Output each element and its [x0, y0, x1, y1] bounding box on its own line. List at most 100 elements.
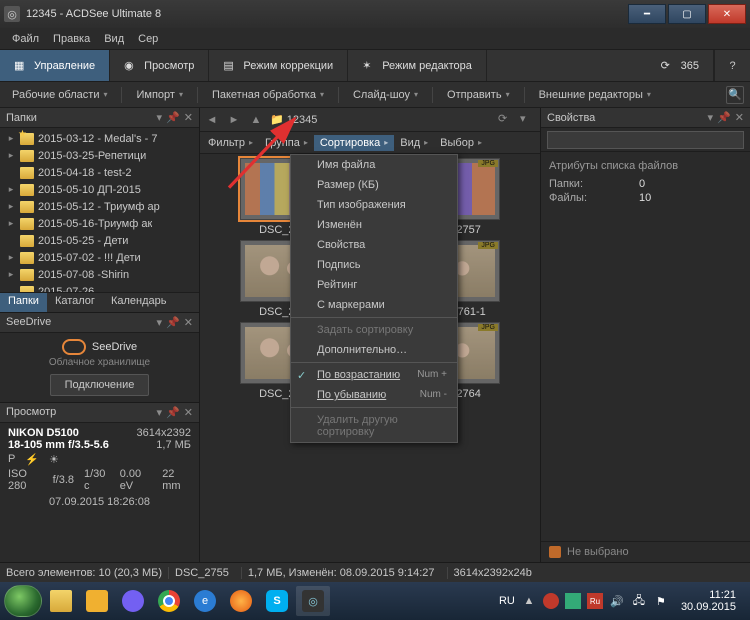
reload-icon[interactable]: ⟳ — [498, 112, 514, 128]
tree-row[interactable]: ▸2015-03-25-Репетици — [0, 147, 199, 164]
tree-row[interactable]: ▸2015-07-08 -Shirin — [0, 266, 199, 283]
tray-flag-icon[interactable]: ▲ — [521, 593, 537, 609]
taskbar-acdsee-icon[interactable]: ◎ — [296, 586, 330, 616]
sort-size[interactable]: Размер (КБ) — [291, 175, 457, 195]
pin-icon[interactable]: ▾ — [157, 316, 163, 329]
pin-icon[interactable]: ▾ — [157, 406, 163, 419]
tree-row[interactable]: ▸2015-05-12 - Триумф ар — [0, 198, 199, 215]
tray-action-icon[interactable]: ⚑ — [653, 593, 669, 609]
tray-clock[interactable]: 11:21 30.09.2015 — [675, 589, 742, 613]
twisty-icon[interactable]: ▸ — [6, 252, 16, 263]
twisty-icon[interactable]: ▸ — [6, 201, 16, 212]
toolbar-external-editors[interactable]: Внешние редакторы — [533, 87, 657, 103]
toolbar-send[interactable]: Отправить — [441, 87, 516, 103]
nav-fwd-icon[interactable]: ► — [226, 112, 242, 128]
search-icon[interactable]: 🔍 — [726, 86, 744, 104]
unpin-icon[interactable]: 📌 — [717, 111, 731, 124]
sort-properties[interactable]: Свойства — [291, 235, 457, 255]
tray-speaker-icon[interactable]: 🔊 — [609, 593, 625, 609]
folder-tree[interactable]: ▸2015-03-12 - Medal's - 7▸2015-03-25-Реп… — [0, 128, 199, 292]
twisty-icon[interactable]: ▸ — [6, 184, 16, 195]
sort-caption[interactable]: Подпись — [291, 255, 457, 275]
mode-view-tab[interactable]: ◉ Просмотр — [110, 50, 209, 81]
filter-button[interactable]: Фильтр — [202, 135, 259, 151]
tray-network-icon[interactable]: 🖧 — [631, 593, 647, 609]
preview-header: Просмотр ▾ 📌 ✕ — [0, 403, 199, 423]
help-icon[interactable]: ? — [714, 50, 750, 81]
sort-desc[interactable]: По убываниюNum - — [291, 385, 457, 405]
sort-more[interactable]: Дополнительно… — [291, 340, 457, 360]
tray-app-icon[interactable]: Ru — [587, 593, 603, 609]
close-button[interactable]: ✕ — [708, 4, 746, 24]
tree-row[interactable]: ▸2015-07-02 - !!! Дети — [0, 249, 199, 266]
menu-file[interactable]: Файл — [6, 31, 45, 47]
twisty-icon[interactable]: ▸ — [6, 218, 16, 229]
sort-button[interactable]: Сортировка — [314, 135, 394, 151]
minimize-button[interactable]: ━ — [628, 4, 666, 24]
taskbar-chrome-icon[interactable] — [152, 586, 186, 616]
start-button[interactable] — [4, 585, 42, 617]
mode-edit-tab[interactable]: ✶ Режим редактора — [348, 50, 487, 81]
twisty-icon[interactable]: ▸ — [6, 269, 16, 280]
group-button[interactable]: Группа — [259, 135, 314, 151]
nav-up-icon[interactable]: ▲ — [248, 112, 264, 128]
mode-correct-tab[interactable]: ▤ Режим коррекции — [209, 50, 348, 81]
sort-markers[interactable]: С маркерами — [291, 295, 457, 315]
tray-app-icon[interactable] — [565, 593, 581, 609]
taskbar-outlook-icon[interactable] — [80, 586, 114, 616]
tray-lang[interactable]: RU — [499, 593, 515, 609]
sort-filename[interactable]: Имя файла — [291, 155, 457, 175]
sort-rating[interactable]: Рейтинг — [291, 275, 457, 295]
unpin-icon[interactable]: 📌 — [166, 316, 180, 329]
sort-setorder: Задать сортировку — [291, 320, 457, 340]
tree-row[interactable]: 2015-07-26 — [0, 283, 199, 292]
breadcrumb[interactable]: 📁 12345 — [270, 113, 492, 126]
folder-icon — [20, 167, 34, 179]
taskbar-explorer-icon[interactable] — [44, 586, 78, 616]
tray-app-icon[interactable] — [543, 593, 559, 609]
cloud-icon — [62, 339, 86, 355]
pin-icon[interactable]: ▾ — [157, 111, 163, 124]
menu-serv[interactable]: Сер — [132, 31, 164, 47]
taskbar-viber-icon[interactable] — [116, 586, 150, 616]
tree-row[interactable]: ▸2015-05-10 ДП-2015 — [0, 181, 199, 198]
toolbar-slideshow[interactable]: Слайд-шоу — [347, 87, 424, 103]
taskbar-firefox-icon[interactable] — [224, 586, 258, 616]
tab-catalog[interactable]: Каталог — [47, 293, 103, 312]
sort-modified[interactable]: Изменён — [291, 215, 457, 235]
tab-folders[interactable]: Папки — [0, 293, 47, 312]
seedrive-connect-button[interactable]: Подключение — [50, 374, 150, 396]
twisty-icon[interactable]: ▸ — [6, 150, 16, 161]
close-panel-icon[interactable]: ✕ — [184, 316, 193, 329]
menu-edit[interactable]: Правка — [47, 31, 96, 47]
taskbar-skype-icon[interactable]: S — [260, 586, 294, 616]
tree-row[interactable]: 2015-04-18 - test-2 — [0, 164, 199, 181]
toolbar-workspaces[interactable]: Рабочие области — [6, 87, 113, 103]
close-panel-icon[interactable]: ✕ — [735, 111, 744, 124]
tree-row[interactable]: ▸2015-05-16-Триумф ак — [0, 215, 199, 232]
mode-manage-tab[interactable]: ▦ Управление — [0, 50, 110, 81]
taskbar-ie-icon[interactable]: e — [188, 586, 222, 616]
properties-search-input[interactable] — [547, 131, 744, 149]
maximize-button[interactable]: ▢ — [668, 4, 706, 24]
sort-asc[interactable]: По возрастаниюNum + — [291, 365, 457, 385]
menu-view[interactable]: Вид — [98, 31, 130, 47]
unpin-icon[interactable]: 📌 — [166, 111, 180, 124]
dropdown-icon[interactable]: ▾ — [520, 112, 536, 128]
nav-back-icon[interactable]: ◄ — [204, 112, 220, 128]
pin-icon[interactable]: ▾ — [708, 111, 714, 124]
close-panel-icon[interactable]: ✕ — [184, 406, 193, 419]
sort-kind[interactable]: Тип изображения — [291, 195, 457, 215]
toolbar-batch[interactable]: Пакетная обработка — [206, 87, 330, 103]
tab-calendar[interactable]: Календарь — [103, 293, 175, 312]
tree-row[interactable]: ▸2015-03-12 - Medal's - 7 — [0, 130, 199, 147]
tree-row[interactable]: 2015-05-25 - Дети — [0, 232, 199, 249]
select-button[interactable]: Выбор — [434, 135, 488, 151]
view-button[interactable]: Вид — [394, 135, 434, 151]
format-badge: JPG — [478, 242, 498, 249]
close-panel-icon[interactable]: ✕ — [184, 111, 193, 124]
twisty-icon[interactable]: ▸ — [6, 133, 16, 144]
mode-365-tab[interactable]: ⟳ 365 — [647, 50, 714, 81]
toolbar-import[interactable]: Импорт — [130, 87, 188, 103]
unpin-icon[interactable]: 📌 — [166, 406, 180, 419]
